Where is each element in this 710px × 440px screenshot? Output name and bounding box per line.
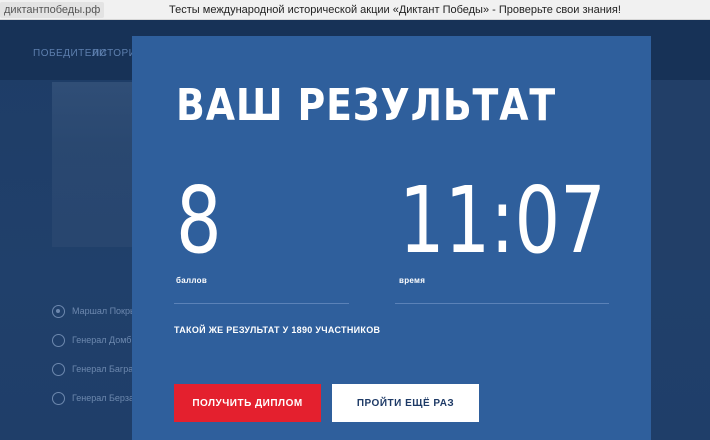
- radio-checked-icon: [52, 305, 65, 318]
- score-block: 8 баллов: [176, 167, 235, 286]
- browser-page-title: Тесты международной исторической акции «…: [169, 4, 621, 16]
- retry-button[interactable]: ПРОЙТИ ЕЩЁ РАЗ: [332, 384, 479, 422]
- browser-top-bar: диктантпобеды.рф Тесты международной ист…: [0, 0, 710, 20]
- time-block: 11:07 время: [399, 167, 664, 286]
- answer-option[interactable]: Генерал Домбровский: [52, 334, 165, 350]
- result-modal: ВАШ РЕЗУЛЬТАТ 8 баллов 11:07 время ТАКОЙ…: [132, 36, 651, 440]
- score-label: баллов: [176, 276, 208, 285]
- time-value: 11:07: [399, 167, 606, 274]
- time-divider: [395, 303, 609, 304]
- result-title: ВАШ РЕЗУЛЬТАТ: [176, 80, 557, 131]
- radio-icon: [52, 392, 65, 405]
- background-hero-image: [52, 82, 142, 247]
- radio-icon: [52, 334, 65, 347]
- answer-option[interactable]: Генерал Берзарин: [52, 392, 149, 408]
- score-divider: [174, 303, 349, 304]
- answer-option[interactable]: Генерал Баграмян: [52, 363, 149, 379]
- time-label: время: [399, 276, 426, 285]
- answer-option[interactable]: Маршал Покрышкин: [52, 305, 158, 321]
- radio-icon: [52, 363, 65, 376]
- same-result-text: ТАКОЙ ЖЕ РЕЗУЛЬТАТ У 1890 УЧАСТНИКОВ: [174, 325, 381, 335]
- get-diploma-button[interactable]: ПОЛУЧИТЬ ДИПЛОМ: [174, 384, 321, 422]
- score-value: 8: [176, 167, 222, 274]
